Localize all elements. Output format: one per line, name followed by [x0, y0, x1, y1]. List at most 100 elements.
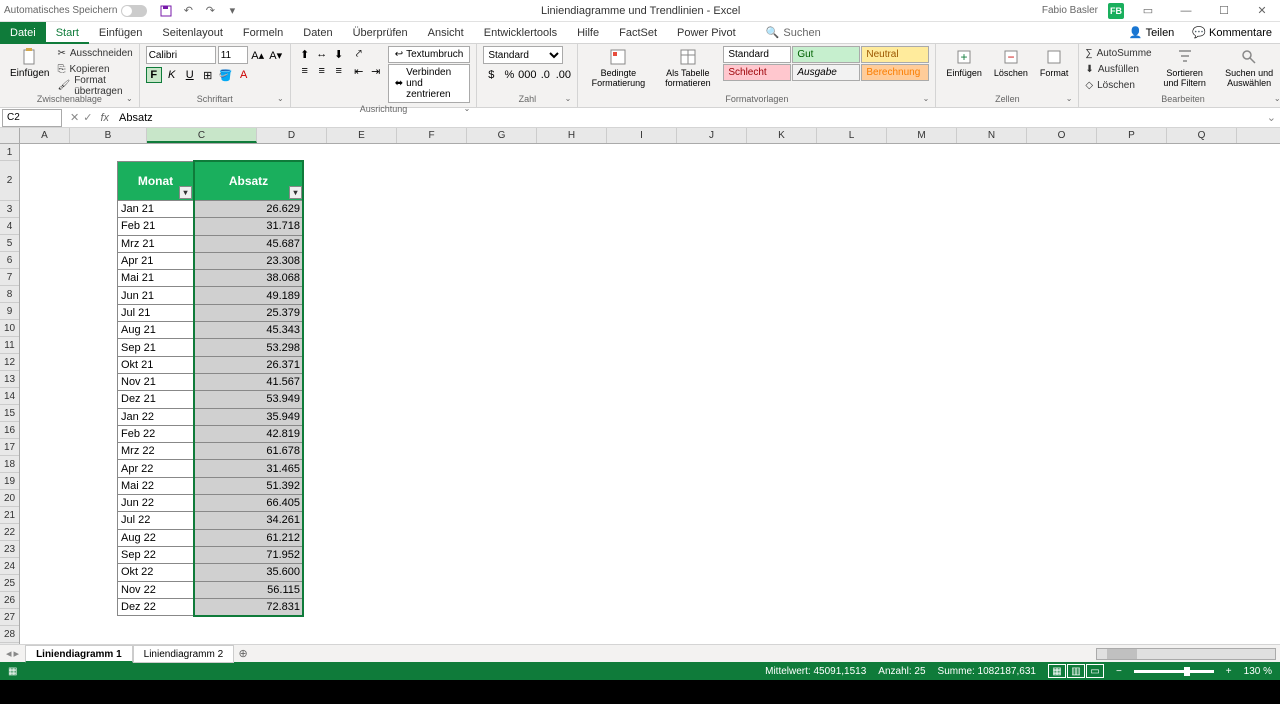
- cell-monat[interactable]: Jul 21: [117, 305, 194, 322]
- cell-absatz[interactable]: 53.298: [194, 339, 304, 356]
- align-middle-icon[interactable]: ↔: [314, 46, 330, 62]
- cell-absatz[interactable]: 31.465: [194, 460, 304, 477]
- cancel-formula-icon[interactable]: ✕: [70, 111, 79, 124]
- select-all-corner[interactable]: [0, 128, 20, 143]
- row-header-13[interactable]: 13: [0, 371, 19, 388]
- indent-increase-icon[interactable]: ⇥: [368, 63, 384, 79]
- tab-ansicht[interactable]: Ansicht: [418, 22, 474, 44]
- col-header-J[interactable]: J: [677, 128, 747, 143]
- close-icon[interactable]: ✕: [1248, 1, 1276, 21]
- font-name-select[interactable]: [146, 46, 216, 64]
- cut-button[interactable]: ✂Ausschneiden: [57, 46, 132, 61]
- bold-button[interactable]: F: [146, 67, 162, 83]
- row-header-12[interactable]: 12: [0, 354, 19, 371]
- cell-monat[interactable]: Jun 21: [117, 287, 194, 304]
- row-header-28[interactable]: 28: [0, 626, 19, 643]
- row-header-25[interactable]: 25: [0, 575, 19, 592]
- col-header-K[interactable]: K: [747, 128, 817, 143]
- fill-color-button[interactable]: 🪣: [218, 67, 234, 83]
- row-header-9[interactable]: 9: [0, 303, 19, 320]
- cell-absatz[interactable]: 72.831: [194, 599, 304, 616]
- cell-absatz[interactable]: 35.600: [194, 564, 304, 581]
- decrease-decimal-icon[interactable]: .00: [555, 67, 571, 83]
- cell-monat[interactable]: Jan 21: [117, 201, 194, 218]
- tab-hilfe[interactable]: Hilfe: [567, 22, 609, 44]
- qat-more-icon[interactable]: ▾: [225, 4, 239, 18]
- maximize-icon[interactable]: ☐: [1210, 1, 1238, 21]
- fx-icon[interactable]: fx: [100, 112, 109, 124]
- tab-seitenlayout[interactable]: Seitenlayout: [152, 22, 233, 44]
- accept-formula-icon[interactable]: ✓: [83, 111, 92, 124]
- col-header-E[interactable]: E: [327, 128, 397, 143]
- tab-entwicklertools[interactable]: Entwicklertools: [474, 22, 567, 44]
- cell-absatz[interactable]: 56.115: [194, 582, 304, 599]
- cell-monat[interactable]: Dez 22: [117, 599, 194, 616]
- format-as-table-button[interactable]: Als Tabelle formatieren: [656, 46, 719, 90]
- clear-button[interactable]: ◇Löschen: [1085, 78, 1151, 93]
- cell-absatz[interactable]: 25.379: [194, 305, 304, 322]
- row-header-4[interactable]: 4: [0, 218, 19, 235]
- sort-filter-button[interactable]: Sortieren und Filtern: [1156, 46, 1214, 90]
- row-header-14[interactable]: 14: [0, 388, 19, 405]
- row-header-24[interactable]: 24: [0, 558, 19, 575]
- ribbon-options-icon[interactable]: ▭: [1134, 1, 1162, 21]
- cell-monat[interactable]: Feb 21: [117, 218, 194, 235]
- share-button[interactable]: 👤Teilen: [1121, 23, 1182, 43]
- row-header-18[interactable]: 18: [0, 456, 19, 473]
- zoom-in-icon[interactable]: +: [1226, 666, 1232, 677]
- user-avatar[interactable]: FB: [1108, 3, 1124, 19]
- row-header-21[interactable]: 21: [0, 507, 19, 524]
- row-header-11[interactable]: 11: [0, 337, 19, 354]
- row-header-23[interactable]: 23: [0, 541, 19, 558]
- increase-decimal-icon[interactable]: .0: [537, 67, 553, 83]
- cell-monat[interactable]: Aug 22: [117, 530, 194, 547]
- font-color-button[interactable]: A: [236, 67, 252, 83]
- delete-cells-button[interactable]: −Löschen: [990, 46, 1032, 80]
- cell-monat[interactable]: Dez 21: [117, 391, 194, 408]
- paste-button[interactable]: Einfügen: [6, 46, 53, 81]
- tab-einfügen[interactable]: Einfügen: [89, 22, 152, 44]
- row-header-16[interactable]: 16: [0, 422, 19, 439]
- cell-monat[interactable]: Jun 22: [117, 495, 194, 512]
- row-header-20[interactable]: 20: [0, 490, 19, 507]
- cell-monat[interactable]: Apr 21: [117, 253, 194, 270]
- cell-absatz[interactable]: 61.212: [194, 530, 304, 547]
- thousands-icon[interactable]: 000: [519, 67, 535, 83]
- cell-monat[interactable]: Jan 22: [117, 409, 194, 426]
- indent-decrease-icon[interactable]: ⇤: [351, 63, 367, 79]
- cell-absatz[interactable]: 51.392: [194, 478, 304, 495]
- tab-überprüfen[interactable]: Überprüfen: [343, 22, 418, 44]
- redo-icon[interactable]: ↷: [203, 4, 217, 18]
- cell-monat[interactable]: Okt 21: [117, 357, 194, 374]
- zoom-level[interactable]: 130 %: [1244, 666, 1272, 677]
- style-gut[interactable]: Gut: [792, 46, 860, 63]
- col-header-N[interactable]: N: [957, 128, 1027, 143]
- view-page-icon[interactable]: ▥: [1067, 664, 1085, 678]
- zoom-slider[interactable]: [1134, 670, 1214, 673]
- cell-monat[interactable]: Feb 22: [117, 426, 194, 443]
- wrap-text-button[interactable]: ↩Textumbruch: [388, 46, 471, 63]
- row-header-2[interactable]: 2: [0, 161, 19, 201]
- toggle-switch[interactable]: [121, 5, 147, 17]
- cell-absatz[interactable]: 61.678: [194, 443, 304, 460]
- row-header-10[interactable]: 10: [0, 320, 19, 337]
- col-header-B[interactable]: B: [70, 128, 147, 143]
- formula-expand-icon[interactable]: ⌄: [1263, 111, 1280, 124]
- cell-absatz[interactable]: 53.949: [194, 391, 304, 408]
- row-header-5[interactable]: 5: [0, 235, 19, 252]
- row-header-6[interactable]: 6: [0, 252, 19, 269]
- col-header-H[interactable]: H: [537, 128, 607, 143]
- cell-absatz[interactable]: 31.718: [194, 218, 304, 235]
- col-header-F[interactable]: F: [397, 128, 467, 143]
- tab-formeln[interactable]: Formeln: [233, 22, 293, 44]
- sheet-next-icon[interactable]: ▸: [14, 647, 20, 660]
- cell-absatz[interactable]: 66.405: [194, 495, 304, 512]
- cell-monat[interactable]: Mai 21: [117, 270, 194, 287]
- row-header-15[interactable]: 15: [0, 405, 19, 422]
- cell-absatz[interactable]: 26.629: [194, 201, 304, 218]
- cell-absatz[interactable]: 34.261: [194, 512, 304, 529]
- cell-absatz[interactable]: 45.687: [194, 236, 304, 253]
- tab-power pivot[interactable]: Power Pivot: [667, 22, 746, 44]
- italic-button[interactable]: K: [164, 67, 180, 83]
- increase-font-icon[interactable]: A▴: [250, 47, 266, 63]
